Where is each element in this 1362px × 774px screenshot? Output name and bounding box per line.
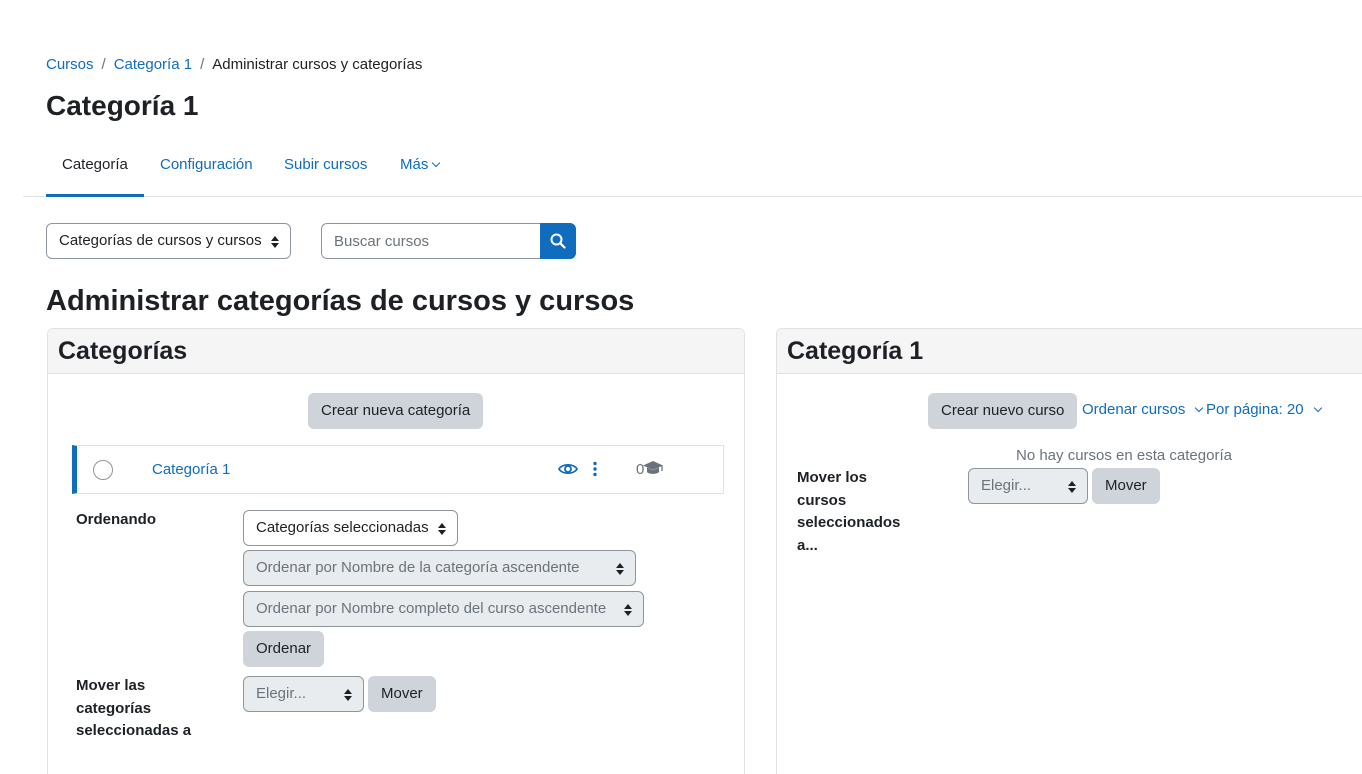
select-value: Ordenar por Nombre completo del curso as… — [256, 600, 607, 617]
select-value: Ordenar por Nombre de la categoría ascen… — [256, 559, 580, 576]
empty-courses-message: No hay cursos en esta categoría — [1016, 447, 1232, 464]
sort-courses-label: Ordenar cursos — [1082, 401, 1186, 418]
select-value: Elegir... — [256, 685, 307, 702]
category-link[interactable]: Categoría 1 — [152, 461, 230, 478]
tab-mas[interactable]: Más — [384, 140, 455, 197]
move-courses-label: Mover los cursos seleccionados a... — [797, 469, 901, 554]
search-button[interactable] — [540, 223, 576, 259]
move-categories-button[interactable]: Mover — [368, 676, 436, 712]
category-list-item: Categoría 1 0 — [72, 445, 724, 494]
sort-courses-dropdown[interactable]: Ordenar cursos — [1082, 401, 1204, 418]
eye-icon[interactable] — [558, 461, 578, 477]
move-categories-label: Mover las categorías seleccionadas a — [76, 677, 192, 739]
select-arrows-icon — [271, 236, 279, 248]
select-arrows-icon — [624, 604, 632, 616]
graduation-cap-icon — [643, 461, 663, 474]
tab-subir-cursos[interactable]: Subir cursos — [268, 140, 383, 197]
per-page-dropdown[interactable]: Por página: 20 — [1206, 401, 1322, 418]
create-category-button[interactable]: Crear nueva categoría — [308, 393, 484, 429]
select-arrows-icon — [1068, 481, 1076, 493]
breadcrumb-link-cursos[interactable]: Cursos — [46, 56, 94, 73]
tab-label: Subir cursos — [284, 156, 368, 173]
select-value: Categorías de cursos y cursos — [59, 232, 262, 249]
tab-configuracion[interactable]: Configuración — [144, 140, 269, 197]
search-icon — [550, 233, 566, 249]
breadcrumb-separator: / — [101, 56, 106, 73]
select-value: Elegir... — [981, 477, 1032, 494]
move-categories-select[interactable]: Elegir... — [243, 676, 364, 712]
sort-scope-select[interactable]: Categorías seleccionadas — [243, 510, 458, 546]
per-page-label: Por página: 20 — [1206, 401, 1304, 418]
select-arrows-icon — [344, 689, 352, 701]
sort-button[interactable]: Ordenar — [243, 631, 325, 667]
secondary-navigation: Categoría Configuración Subir cursos Más — [23, 140, 1362, 197]
create-course-button[interactable]: Crear nuevo curso — [928, 393, 1078, 429]
breadcrumb-separator: / — [200, 56, 205, 73]
select-arrows-icon — [616, 563, 624, 575]
sort-categories-select[interactable]: Ordenar por Nombre de la categoría ascen… — [243, 550, 636, 586]
breadcrumb-link-categoria[interactable]: Categoría 1 — [114, 56, 192, 73]
search-input[interactable] — [321, 223, 541, 259]
tab-categoria[interactable]: Categoría — [46, 140, 144, 197]
tab-label: Categoría — [62, 156, 128, 173]
chevron-down-icon — [1313, 403, 1322, 413]
breadcrumb-current: Administrar cursos y categorías — [212, 56, 423, 73]
breadcrumb: Cursos / Categoría 1 / Administrar curso… — [46, 56, 422, 73]
tab-label: Configuración — [160, 156, 253, 173]
select-arrows-icon — [438, 523, 446, 535]
sorting-label: Ordenando — [76, 511, 157, 528]
section-heading: Administrar categorías de cursos y curso… — [46, 285, 635, 317]
select-value: Categorías seleccionadas — [256, 519, 429, 536]
chevron-down-icon — [432, 158, 441, 168]
chevron-down-icon — [1195, 403, 1204, 413]
move-courses-select[interactable]: Elegir... — [968, 468, 1088, 504]
view-mode-select[interactable]: Categorías de cursos y cursos — [46, 223, 291, 259]
panel-title: Categorías — [48, 329, 744, 374]
kebab-menu-icon[interactable] — [592, 461, 598, 477]
category-checkbox[interactable] — [93, 460, 113, 480]
sort-courses-select[interactable]: Ordenar por Nombre completo del curso as… — [243, 591, 644, 627]
page-title: Categoría 1 — [46, 90, 199, 121]
panel-title: Categoría 1 — [777, 329, 1362, 374]
tab-label: Más — [400, 156, 429, 173]
move-courses-button[interactable]: Mover — [1092, 468, 1160, 504]
